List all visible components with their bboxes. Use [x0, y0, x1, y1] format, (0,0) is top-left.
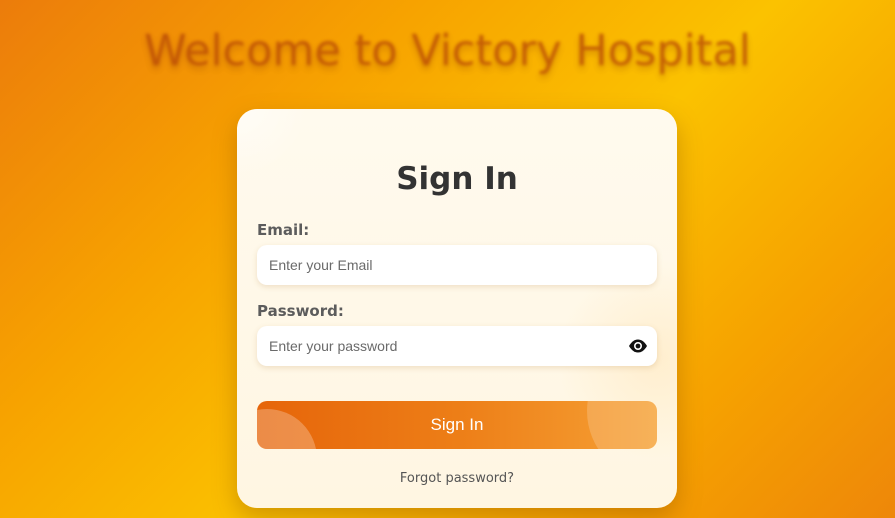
signin-card: Sign In Email: Password: Sign In Forgot …: [237, 109, 677, 508]
password-field[interactable]: [257, 326, 657, 366]
forgot-password-link[interactable]: Forgot password?: [237, 469, 677, 489]
eye-icon[interactable]: [627, 336, 649, 356]
signin-button-label: Sign In: [430, 415, 484, 434]
signin-button[interactable]: Sign In: [257, 401, 657, 449]
email-label: Email:: [257, 221, 310, 239]
password-label: Password:: [257, 302, 344, 320]
email-field[interactable]: [257, 245, 657, 285]
email-field-wrapper: [257, 245, 657, 285]
password-field-wrapper: [257, 326, 657, 366]
page-headline: Welcome to Victory Hospital: [144, 26, 751, 76]
signin-title: Sign In: [396, 161, 518, 197]
